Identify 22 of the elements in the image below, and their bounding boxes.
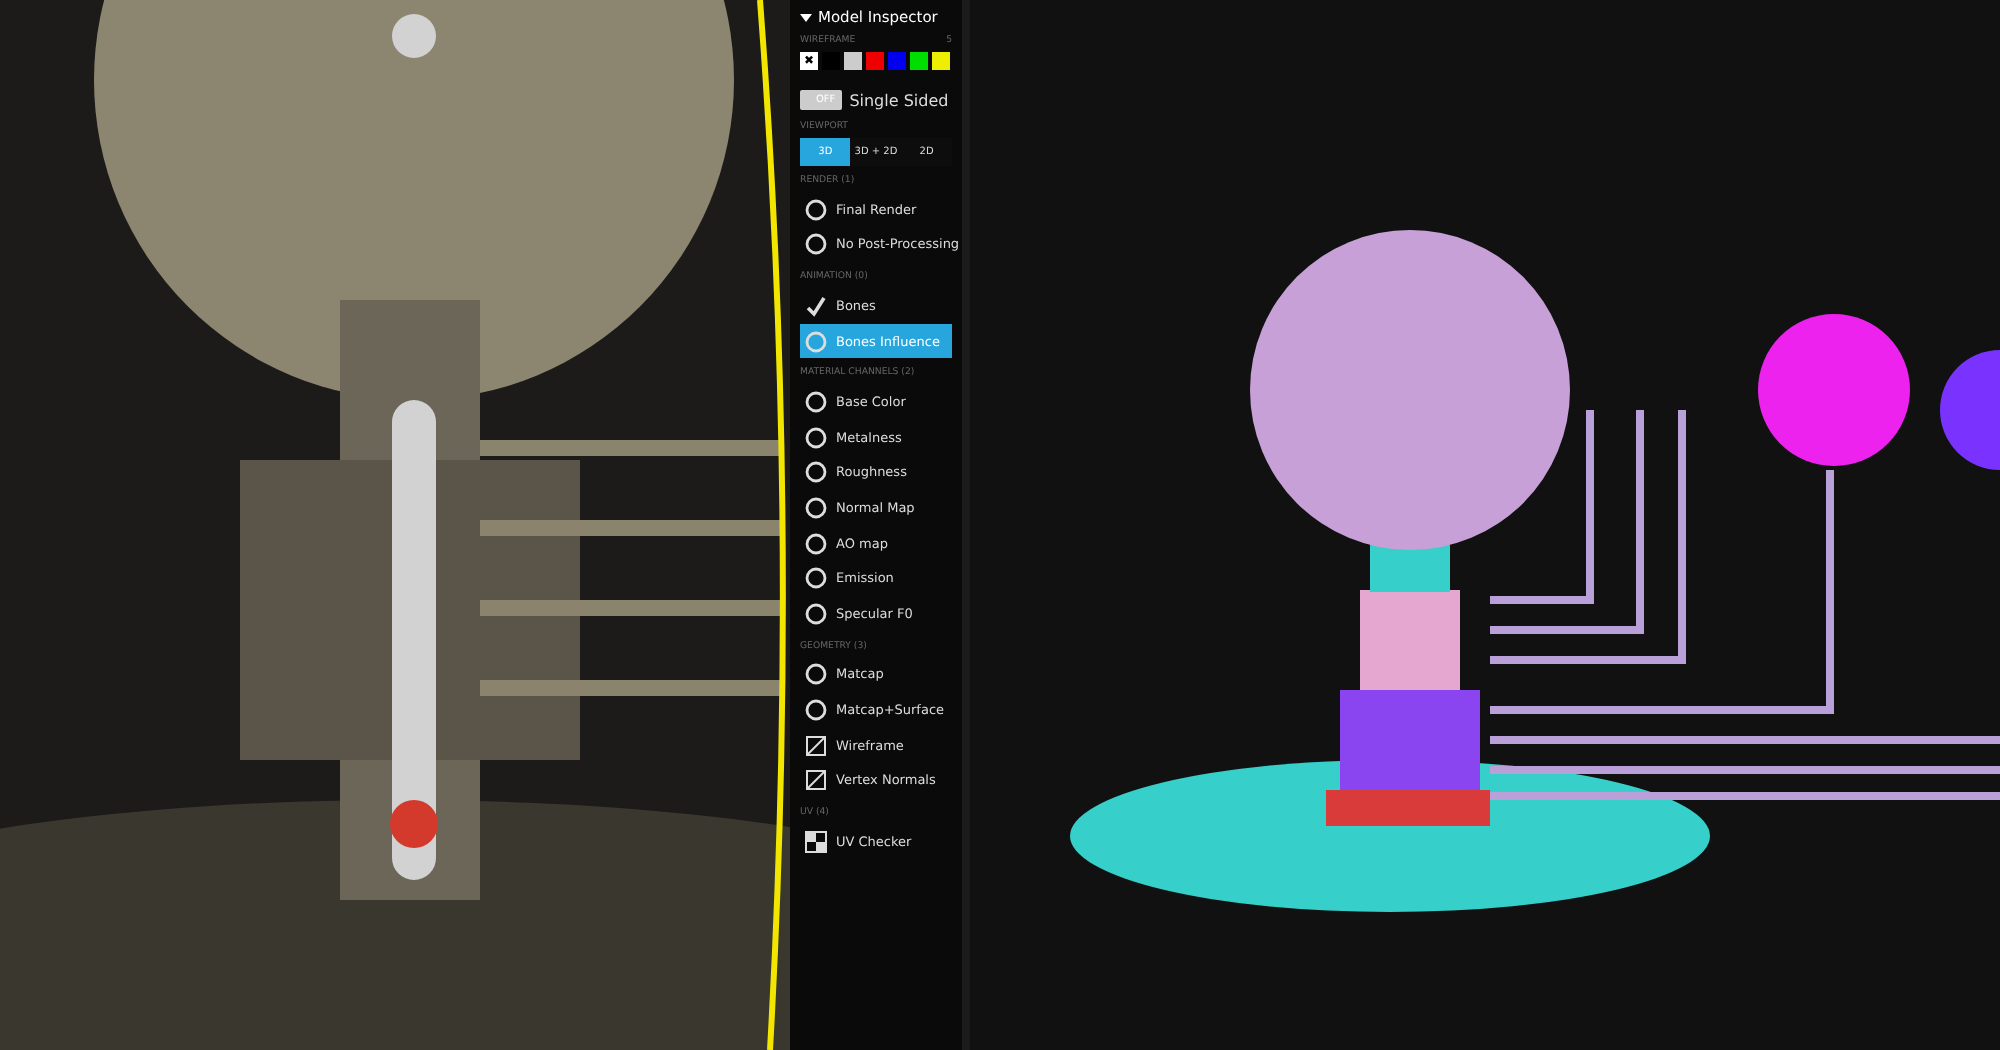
color-swatch[interactable] [866, 52, 884, 70]
circle-icon [804, 232, 828, 257]
color-swatch[interactable] [844, 52, 862, 70]
circle-icon [804, 566, 828, 591]
color-swatch[interactable] [910, 52, 928, 70]
check-icon [804, 293, 828, 318]
circle-icon [804, 531, 828, 556]
circle-icon [804, 495, 828, 520]
circle-icon [804, 197, 828, 222]
square-icon [804, 768, 828, 793]
circle-icon [804, 425, 828, 450]
color-swatch[interactable] [888, 52, 906, 70]
circle-icon [804, 662, 828, 687]
circle-icon [804, 697, 828, 722]
circle-icon [804, 329, 828, 354]
checker-icon [804, 829, 828, 854]
toggle-label: Single Sided [849, 91, 949, 109]
color-swatch[interactable] [932, 52, 950, 70]
circle-icon [804, 390, 828, 415]
circle-icon [804, 601, 828, 626]
circle-icon [804, 460, 828, 485]
square-icon [804, 733, 828, 758]
